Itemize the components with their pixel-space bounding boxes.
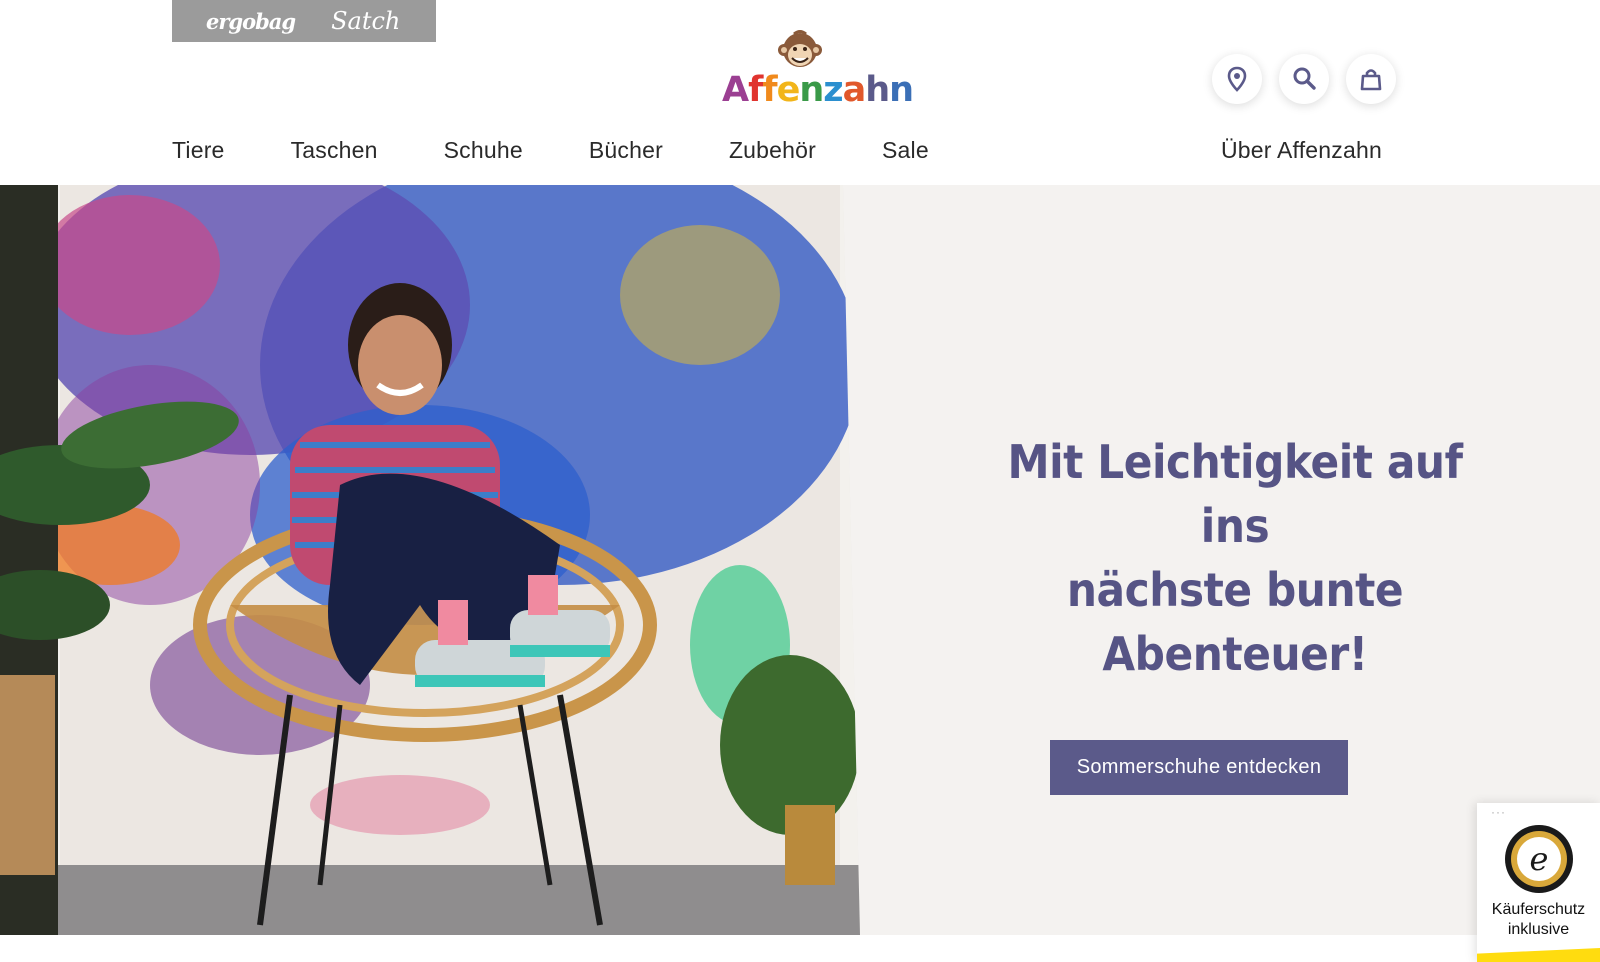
logo-letter: a <box>842 70 867 110</box>
buyer-protection-line-2: inklusive <box>1507 921 1570 938</box>
cart-button[interactable] <box>1346 54 1396 104</box>
nav-item-schuhe[interactable]: Schuhe <box>444 137 523 171</box>
logo-letter: e <box>776 70 801 110</box>
location-pin-icon <box>1227 66 1247 92</box>
logo-letter: h <box>865 70 890 110</box>
logo-letter: f <box>748 70 763 110</box>
monkey-logo-icon <box>778 30 822 67</box>
hero-image[interactable] <box>0 185 860 935</box>
main-navigation: Tiere Taschen Schuhe Bücher Zubehör Sale <box>172 137 995 171</box>
shopping-bag-icon <box>1360 69 1382 91</box>
svg-text:e: e <box>1529 840 1548 878</box>
search-button[interactable] <box>1279 54 1329 104</box>
hero-headline: Mit Leichtigkeit auf ins nächste bunte A… <box>977 430 1492 686</box>
hero-copy: Mit Leichtigkeit auf ins nächste bunte A… <box>955 430 1515 795</box>
trusted-shops-seal-icon: e <box>1504 825 1573 893</box>
hero-headline-line-2: nächste bunte Abenteuer! <box>1066 563 1404 681</box>
badge-menu-dots-icon[interactable]: ··· <box>1491 805 1506 819</box>
nav-item-taschen[interactable]: Taschen <box>291 137 378 171</box>
nav-item-sale[interactable]: Sale <box>882 137 929 171</box>
hero-banner: Mit Leichtigkeit auf ins nächste bunte A… <box>0 185 1600 935</box>
trusted-shops-badge[interactable]: ··· e Käuferschutz inklusive <box>1477 803 1600 962</box>
store-locator-button[interactable] <box>1212 54 1262 104</box>
logo-letter: z <box>823 70 843 110</box>
logo-letter: n <box>799 70 824 110</box>
logo-letter: A <box>722 70 749 110</box>
brand-switcher-bar: ergobag Satch <box>172 0 436 42</box>
logo-letter: n <box>889 70 914 110</box>
logo-wordmark: Affenzahn <box>722 70 914 110</box>
ergobag-brand-link[interactable]: ergobag <box>206 9 296 34</box>
badge-accent-strip <box>1477 948 1600 962</box>
buyer-protection-label: Käuferschutz inklusive <box>1477 900 1600 940</box>
hero-photo-illustration <box>0 185 860 935</box>
logo-letter: f <box>762 70 777 110</box>
nav-item-about[interactable]: Über Affenzahn <box>1221 137 1382 164</box>
summer-shoes-cta-button[interactable]: Sommerschuhe entdecken <box>1050 740 1348 795</box>
buyer-protection-line-1: Käuferschutz <box>1491 901 1586 918</box>
affenzahn-logo[interactable]: Affenzahn <box>722 28 914 110</box>
satch-brand-link[interactable]: Satch <box>331 7 400 35</box>
nav-item-tiere[interactable]: Tiere <box>172 137 225 171</box>
nav-item-buecher[interactable]: Bücher <box>589 137 663 171</box>
nav-item-zubehoer[interactable]: Zubehör <box>729 137 816 171</box>
search-icon <box>1293 67 1316 90</box>
hero-headline-line-1: Mit Leichtigkeit auf ins <box>1007 435 1463 553</box>
